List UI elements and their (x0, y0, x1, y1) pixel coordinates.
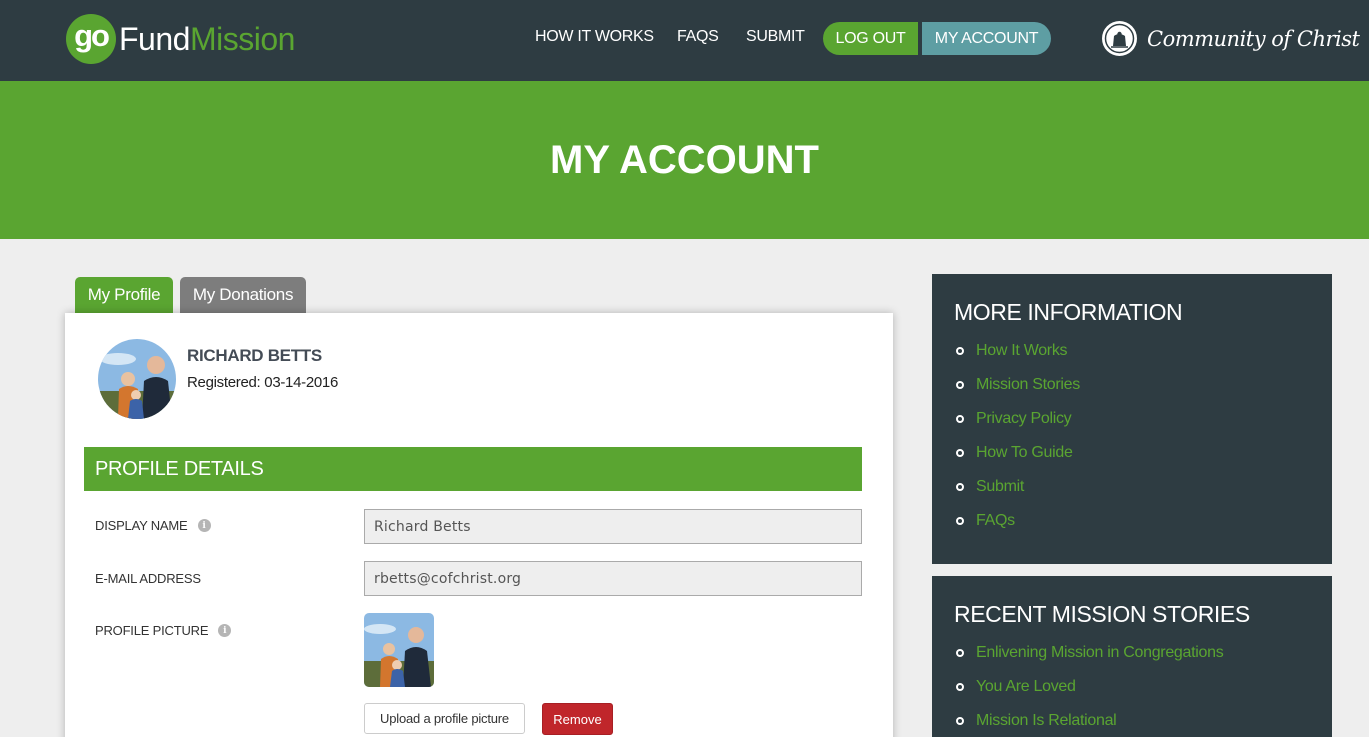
email-input[interactable] (364, 561, 862, 596)
list-item: How It Works (954, 334, 1080, 368)
link-privacy-policy[interactable]: Privacy Policy (976, 410, 1072, 428)
profile-details-header: PROFILE DETAILS (84, 447, 862, 491)
bullet-icon (956, 717, 964, 725)
recent-mission-stories-title: RECENT MISSION STORIES (954, 601, 1250, 627)
display-name-label: DISPLAY NAME i (95, 518, 211, 533)
list-item: Privacy Policy (954, 402, 1080, 436)
bullet-icon (956, 517, 964, 525)
more-information-list: How It Works Mission Stories Privacy Pol… (954, 334, 1080, 538)
logout-button[interactable]: LOG OUT (823, 22, 918, 55)
recent-stories-list: Enlivening Mission in Congregations You … (954, 636, 1224, 737)
link-faqs[interactable]: FAQs (976, 512, 1015, 530)
bullet-icon (956, 381, 964, 389)
bullet-icon (956, 483, 964, 491)
bullet-icon (956, 649, 964, 657)
display-name-label-text: DISPLAY NAME (95, 518, 188, 533)
nav-faqs[interactable]: FAQS (677, 28, 719, 46)
profile-picture-label-text: PROFILE PICTURE (95, 623, 209, 638)
page-title: MY ACCOUNT (550, 137, 819, 182)
logo-go-badge: go (66, 14, 116, 64)
bullet-icon (956, 415, 964, 423)
list-item: Mission Is Relational (954, 704, 1223, 737)
story-link-mission-is-relational[interactable]: Mission Is Relational (976, 712, 1117, 730)
remove-picture-button[interactable]: Remove (542, 703, 613, 735)
link-how-to-guide[interactable]: How To Guide (976, 444, 1073, 462)
registration-date: Registered: 03-14-2016 (187, 374, 339, 391)
nav-how-it-works[interactable]: HOW IT WORKS (535, 28, 654, 46)
hero-banner: MY ACCOUNT (0, 81, 1369, 239)
list-item: Submit (954, 470, 1080, 504)
more-information-title: MORE INFORMATION (954, 299, 1183, 325)
bullet-icon (956, 449, 964, 457)
info-icon[interactable]: i (218, 624, 232, 637)
link-how-it-works[interactable]: How It Works (976, 342, 1068, 360)
community-of-christ-logo[interactable]: Community of Christ (1102, 21, 1360, 56)
tab-my-donations[interactable]: My Donations (180, 277, 306, 313)
list-item: Enlivening Mission in Congregations (954, 636, 1224, 670)
story-link-enlivening-mission[interactable]: Enlivening Mission in Congregations (976, 644, 1224, 662)
logo-fund-text: Fund (119, 20, 190, 57)
email-label-text: E-MAIL ADDRESS (95, 571, 201, 586)
list-item: FAQs (954, 504, 1080, 538)
tab-my-profile[interactable]: My Profile (75, 277, 173, 313)
email-label: E-MAIL ADDRESS (95, 571, 201, 586)
top-nav-bar: go Fund Mission HOW IT WORKS FAQS SUBMIT… (0, 0, 1369, 81)
upload-picture-button[interactable]: Upload a profile picture (364, 703, 525, 734)
list-item: You Are Loved (954, 670, 1223, 704)
seal-icon (1102, 21, 1137, 56)
link-submit[interactable]: Submit (976, 478, 1024, 496)
more-information-panel: MORE INFORMATION How It Works Mission St… (932, 274, 1332, 564)
profile-picture-label: PROFILE PICTURE i (95, 623, 232, 638)
my-account-button[interactable]: MY ACCOUNT (922, 22, 1051, 55)
logo-mission-text: Mission (189, 20, 295, 57)
bullet-icon (956, 683, 964, 691)
bullet-icon (956, 347, 964, 355)
link-mission-stories[interactable]: Mission Stories (976, 376, 1080, 394)
display-name-input[interactable] (364, 509, 862, 544)
info-icon[interactable]: i (197, 519, 211, 532)
user-display-name: RICHARD BETTS (187, 346, 322, 365)
list-item: Mission Stories (954, 368, 1080, 402)
list-item: How To Guide (954, 436, 1080, 470)
partner-name: Community of Christ (1147, 26, 1360, 51)
nav-submit[interactable]: SUBMIT (746, 28, 805, 46)
recent-mission-stories-panel: RECENT MISSION STORIES Enlivening Missio… (932, 576, 1332, 737)
gofundmission-logo[interactable]: go Fund Mission (66, 12, 295, 66)
story-link-you-are-loved[interactable]: You Are Loved (976, 678, 1076, 696)
avatar (98, 339, 176, 419)
profile-picture-thumbnail (364, 613, 434, 687)
profile-card: RICHARD BETTS Registered: 03-14-2016 PRO… (65, 313, 893, 737)
